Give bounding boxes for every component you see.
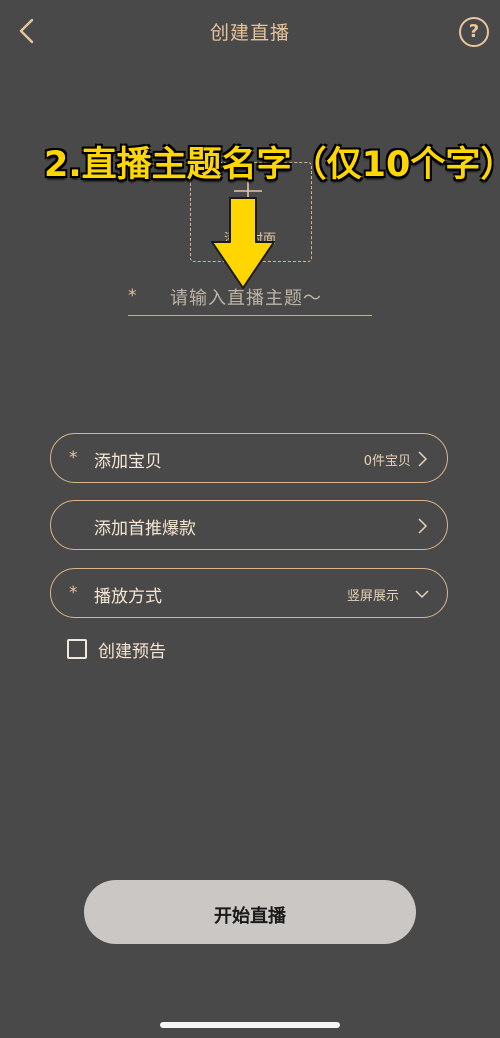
topic-input[interactable]: 请输入直播主题～ (170, 284, 370, 310)
required-mark: * (69, 583, 78, 603)
topic-underline (128, 315, 372, 316)
playback-mode-row[interactable]: * 播放方式 竖屏展示 (50, 568, 448, 618)
help-icon[interactable]: ? (459, 17, 489, 47)
playback-mode-label: 播放方式 (94, 587, 162, 607)
topic-required-mark: * (128, 286, 137, 306)
home-indicator (160, 1022, 340, 1028)
add-goods-label: 添加宝贝 (94, 452, 162, 472)
create-preview-checkbox[interactable] (67, 639, 87, 659)
chevron-down-icon (415, 590, 429, 599)
start-live-label: 开始直播 (214, 906, 286, 927)
page-title: 创建直播 (209, 22, 290, 44)
chevron-right-icon (418, 518, 428, 534)
playback-mode-value: 竖屏展示 (346, 589, 399, 604)
add-featured-item-label: 添加首推爆款 (94, 519, 196, 539)
add-featured-item-row[interactable]: 添加首推爆款 (50, 500, 448, 550)
goods-count: 0件宝贝 (363, 454, 411, 469)
create-preview-label[interactable]: 创建预告 (98, 637, 166, 662)
add-goods-row[interactable]: * 添加宝贝 0件宝贝 (50, 433, 448, 483)
arrow-down-icon (211, 197, 275, 289)
required-mark: * (69, 448, 78, 468)
instruction-annotation: 2.直播主题名字（仅10个字） (44, 145, 500, 185)
chevron-right-icon (418, 451, 428, 467)
